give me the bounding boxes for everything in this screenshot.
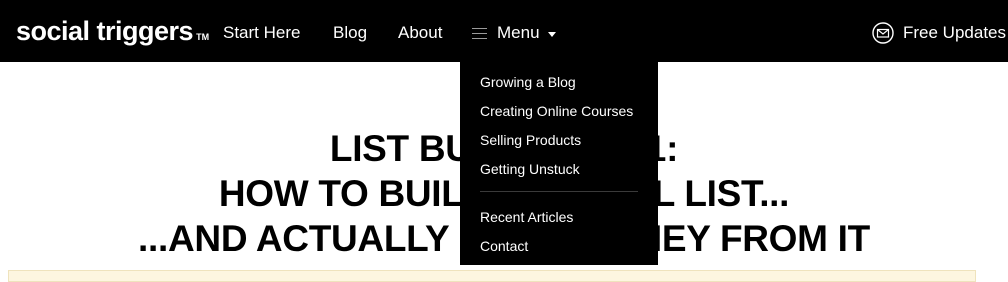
nav-start-here[interactable]: Start Here — [223, 22, 300, 44]
free-updates-label: Free Updates — [903, 23, 1006, 42]
dropdown-item-getting-unstuck[interactable]: Getting Unstuck — [480, 160, 580, 178]
dropdown-item-growing-a-blog[interactable]: Growing a Blog — [480, 73, 576, 91]
top-navbar: social triggers TM Start Here Blog About … — [0, 0, 1008, 62]
menu-dropdown: Growing a Blog Creating Online Courses S… — [460, 62, 658, 265]
free-updates-link[interactable]: Free Updates — [872, 20, 1006, 46]
menu-toggle[interactable]: Menu — [472, 22, 556, 44]
logo-trademark: TM — [196, 32, 210, 42]
mail-icon — [872, 22, 894, 44]
nav-about[interactable]: About — [398, 22, 442, 44]
dropdown-item-recent-articles[interactable]: Recent Articles — [480, 208, 573, 226]
menu-label: Menu — [497, 23, 540, 42]
dropdown-item-contact[interactable]: Contact — [480, 237, 528, 255]
caret-down-icon — [547, 31, 556, 37]
nav-blog[interactable]: Blog — [333, 22, 367, 44]
site-logo[interactable]: social triggers TM — [16, 15, 209, 53]
notice-bar — [8, 270, 976, 282]
dropdown-divider — [480, 191, 638, 192]
logo-text: social triggers — [16, 16, 194, 46]
hamburger-icon — [472, 27, 487, 39]
dropdown-item-selling-products[interactable]: Selling Products — [480, 131, 581, 149]
dropdown-item-creating-online-courses[interactable]: Creating Online Courses — [480, 102, 633, 120]
